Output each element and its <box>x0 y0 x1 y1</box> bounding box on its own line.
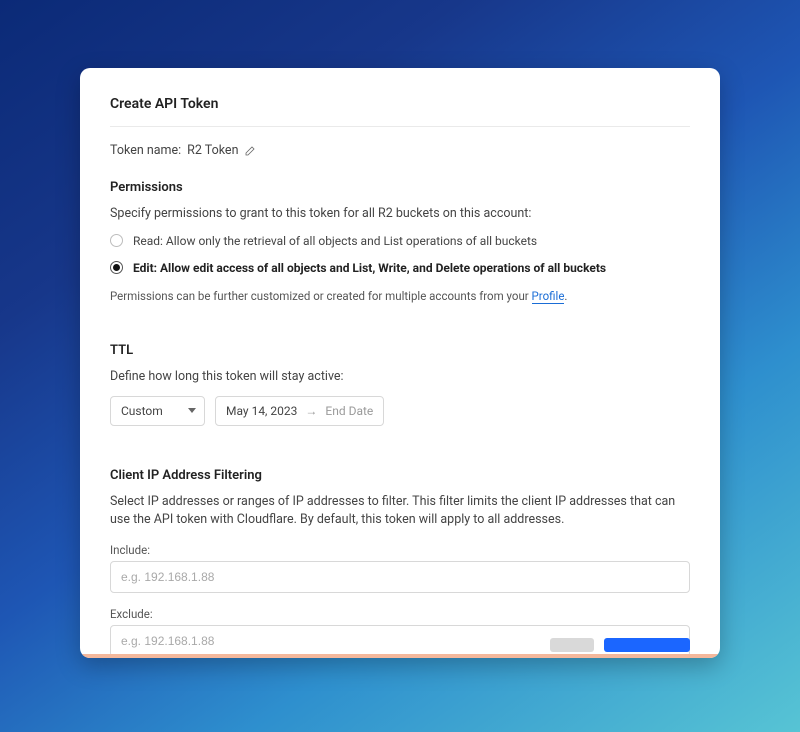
edit-icon[interactable] <box>244 145 256 157</box>
permissions-footnote-post: . <box>564 289 567 303</box>
permission-option-edit[interactable]: Edit: Allow edit access of all objects a… <box>110 260 690 277</box>
ip-filtering-intro: Select IP addresses or ranges of IP addr… <box>110 493 690 529</box>
ttl-select[interactable]: Custom <box>110 396 205 426</box>
ttl-date-range[interactable]: May 14, 2023 → End Date <box>215 396 384 426</box>
ttl-start-date: May 14, 2023 <box>226 404 297 418</box>
create-api-token-card: Create API Token Token name: R2 Token Pe… <box>80 68 720 658</box>
secondary-button[interactable] <box>550 638 594 652</box>
page-background: Create API Token Token name: R2 Token Pe… <box>0 0 800 732</box>
ttl-controls: Custom May 14, 2023 → End Date <box>110 396 690 426</box>
page-title: Create API Token <box>110 96 690 112</box>
primary-button[interactable] <box>604 638 690 652</box>
ip-filtering-heading: Client IP Address Filtering <box>110 468 690 483</box>
include-input[interactable] <box>110 561 690 593</box>
permissions-heading: Permissions <box>110 180 690 195</box>
profile-link[interactable]: Profile <box>532 289 565 304</box>
ttl-end-date: End Date <box>325 404 373 418</box>
include-label: Include: <box>110 543 690 557</box>
ttl-heading: TTL <box>110 343 690 358</box>
permission-option-read-label: Read: Allow only the retrieval of all ob… <box>133 233 537 250</box>
permissions-footnote-pre: Permissions can be further customized or… <box>110 289 532 303</box>
exclude-label: Exclude: <box>110 607 690 621</box>
token-name-label: Token name: <box>110 143 181 158</box>
footer-buttons <box>550 638 690 652</box>
permissions-footnote: Permissions can be further customized or… <box>110 289 690 303</box>
radio-icon <box>110 261 123 274</box>
radio-icon <box>110 234 123 247</box>
ttl-select-value: Custom <box>121 404 163 418</box>
token-name-row: Token name: R2 Token <box>110 143 690 158</box>
permissions-radio-group: Read: Allow only the retrieval of all ob… <box>110 233 690 277</box>
permission-option-edit-label: Edit: Allow edit access of all objects a… <box>133 260 606 277</box>
arrow-right-icon: → <box>305 404 317 418</box>
divider <box>110 126 690 127</box>
token-name-value: R2 Token <box>187 143 238 158</box>
permission-option-read[interactable]: Read: Allow only the retrieval of all ob… <box>110 233 690 250</box>
permissions-intro: Specify permissions to grant to this tok… <box>110 205 690 223</box>
chevron-down-icon <box>188 408 196 413</box>
ttl-intro: Define how long this token will stay act… <box>110 368 690 386</box>
